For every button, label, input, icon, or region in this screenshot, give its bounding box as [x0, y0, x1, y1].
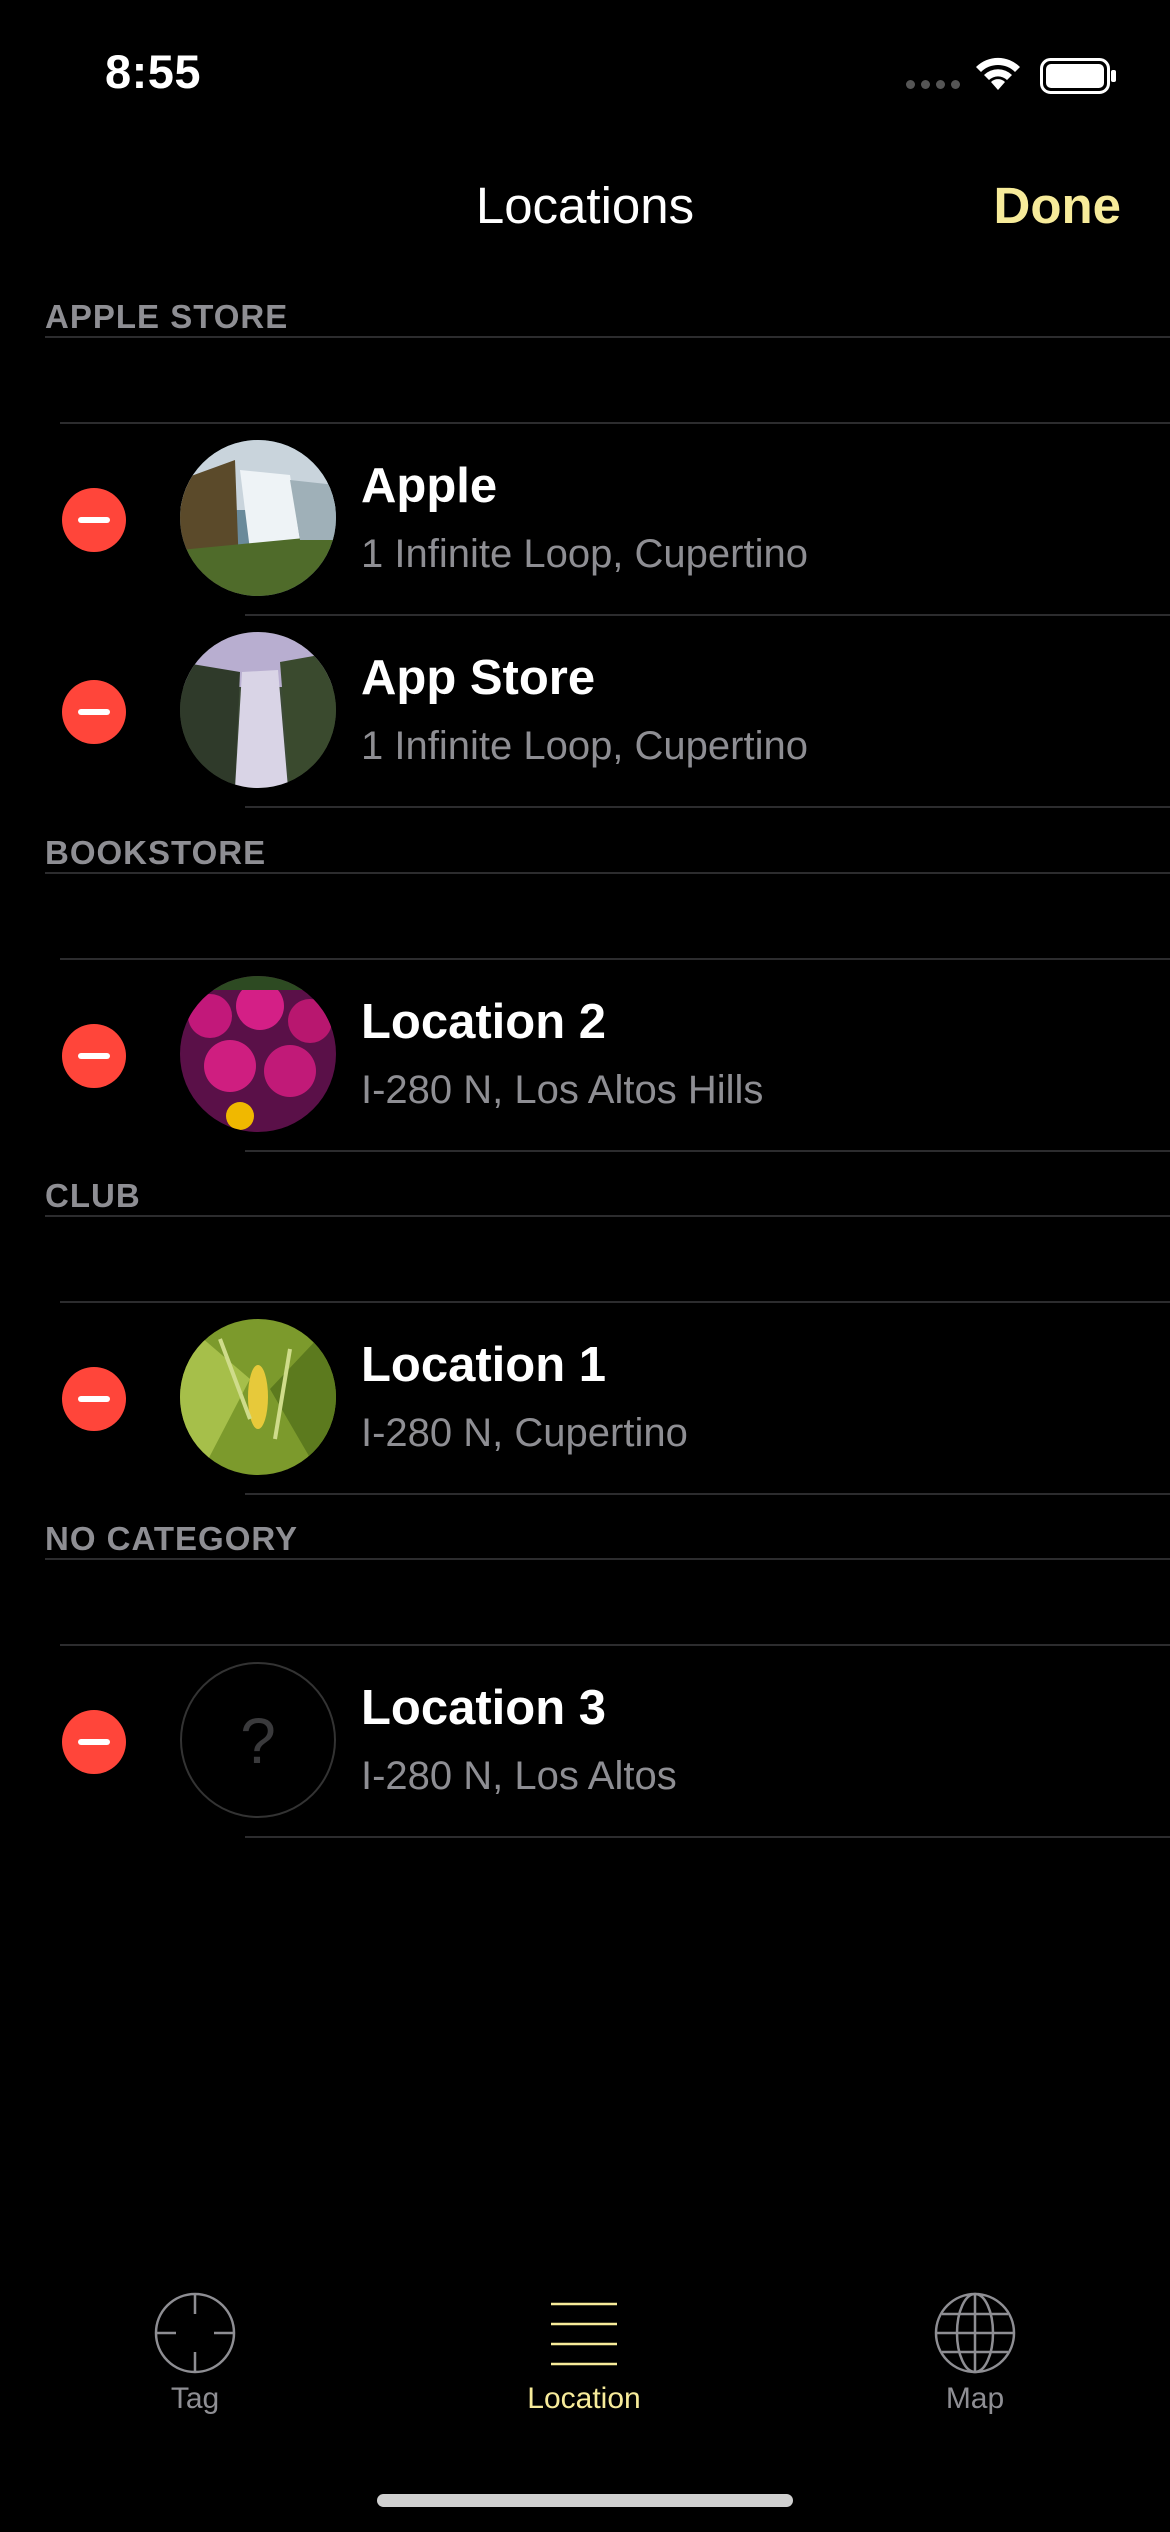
location-title: Location 1: [361, 1338, 607, 1392]
location-address: I-280 N, Los Altos: [361, 1754, 677, 1798]
tab-tag[interactable]: Tag: [95, 2290, 295, 2416]
globe-icon: [934, 2292, 1016, 2374]
home-indicator[interactable]: [377, 2494, 793, 2507]
tab-label: Location: [527, 2382, 641, 2415]
section-divider: [45, 872, 1170, 874]
location-title: App Store: [361, 651, 596, 705]
section-divider: [45, 1215, 1170, 1217]
location-address: 1 Infinite Loop, Cupertino: [361, 532, 808, 576]
delete-button[interactable]: [62, 1024, 126, 1088]
location-title: Apple: [361, 459, 498, 513]
cellular-signal-icon: [906, 80, 960, 90]
location-photo: [180, 1319, 336, 1475]
location-address: I-280 N, Los Altos Hills: [361, 1068, 764, 1112]
crosshair-icon: [154, 2292, 236, 2374]
delete-button[interactable]: [62, 1367, 126, 1431]
list-item-app-store[interactable]: App Store 1 Infinite Loop, Cupertino: [0, 616, 1170, 808]
section-divider: [45, 336, 1170, 338]
tab-label: Map: [945, 2382, 1005, 2415]
battery-icon: [1040, 58, 1116, 94]
placeholder-photo-icon: ?: [180, 1662, 336, 1818]
list-item-location-1[interactable]: Location 1 I-280 N, Cupertino: [0, 1303, 1170, 1495]
list-item-location-3[interactable]: ? Location 3 I-280 N, Los Altos: [0, 1646, 1170, 1838]
question-mark-icon: ?: [240, 1705, 276, 1777]
list-icon: [551, 2302, 617, 2366]
done-button[interactable]: Done: [994, 176, 1122, 235]
list-item-location-2[interactable]: Location 2 I-280 N, Los Altos Hills: [0, 960, 1170, 1152]
tab-location[interactable]: Location: [484, 2290, 684, 2416]
location-photo: [180, 976, 336, 1132]
section-header-club: CLUB: [45, 1177, 141, 1214]
tab-label: Tag: [170, 2382, 220, 2415]
list-item-apple[interactable]: Apple 1 Infinite Loop, Cupertino: [0, 424, 1170, 616]
wifi-icon: [976, 57, 1020, 90]
tab-map[interactable]: Map: [875, 2290, 1075, 2416]
location-photo: [180, 632, 336, 788]
section-header-bookstore: BOOKSTORE: [45, 834, 267, 871]
delete-button[interactable]: [62, 488, 126, 552]
location-address: I-280 N, Cupertino: [361, 1411, 688, 1455]
location-title: Location 3: [361, 1681, 607, 1735]
row-divider: [245, 1493, 1170, 1495]
section-header-no-category: NO CATEGORY: [45, 1520, 299, 1557]
location-title: Location 2: [361, 995, 607, 1049]
location-photo: [180, 440, 336, 596]
section-header-apple-store: APPLE STORE: [45, 298, 289, 335]
row-divider: [245, 806, 1170, 808]
row-divider: [245, 1836, 1170, 1838]
row-divider: [245, 1150, 1170, 1152]
delete-button[interactable]: [62, 1710, 126, 1774]
status-bar: 8:55: [0, 0, 1170, 140]
status-time: 8:55: [105, 45, 202, 98]
delete-button[interactable]: [62, 680, 126, 744]
location-address: 1 Infinite Loop, Cupertino: [361, 724, 808, 768]
section-divider: [45, 1558, 1170, 1560]
